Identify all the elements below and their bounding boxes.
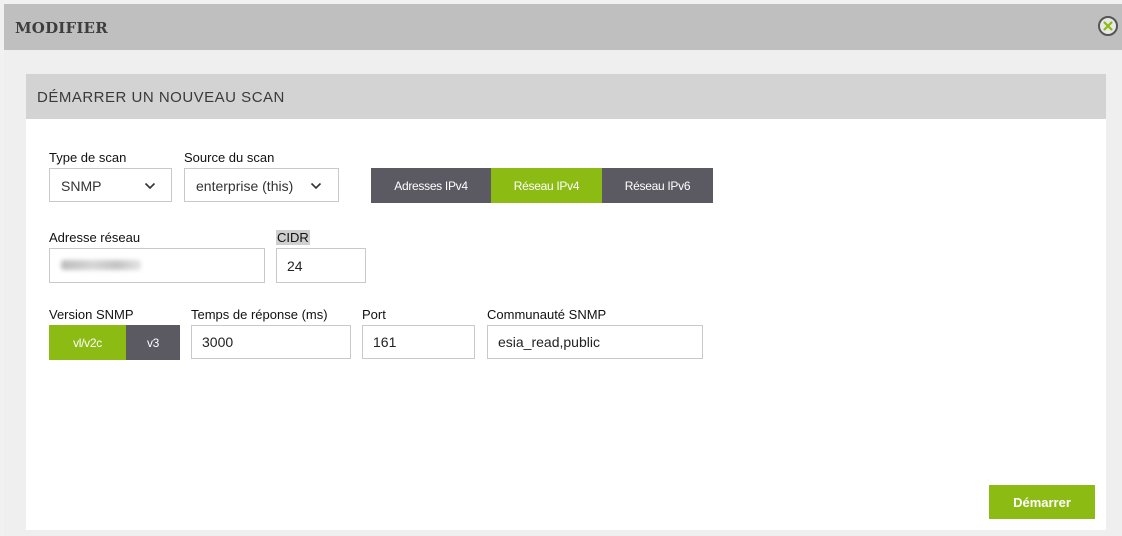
close-icon [1103, 21, 1113, 31]
scan-source-value: enterprise (this) [196, 178, 294, 194]
scan-type-select[interactable]: SNMP [49, 168, 172, 202]
port-input[interactable] [362, 325, 475, 359]
snmp-version-label: Version SNMP [49, 307, 134, 322]
modal-header: MODIFIER [4, 4, 1122, 50]
community-input[interactable] [487, 325, 703, 359]
chevron-down-icon [144, 182, 156, 190]
response-time-label: Temps de réponse (ms) [191, 307, 328, 322]
modal-title: MODIFIER [15, 19, 108, 37]
panel-header: DÉMARRER UN NOUVEAU SCAN [26, 74, 1106, 119]
network-address-label: Adresse réseau [49, 230, 141, 245]
start-button[interactable]: Démarrer [989, 485, 1095, 519]
segment-snmp-v3[interactable]: v3 [126, 325, 180, 360]
chevron-down-icon [310, 182, 322, 190]
scan-source-label: Source du scan [184, 150, 275, 165]
segment-snmp-v1-v2c[interactable]: vl/v2c [49, 325, 126, 360]
scan-type-value: SNMP [61, 178, 102, 194]
scan-source-select[interactable]: enterprise (this) [184, 168, 339, 202]
close-button[interactable] [1098, 16, 1118, 36]
segment-reseau-ipv6[interactable]: Réseau IPv6 [602, 168, 713, 203]
segment-reseau-ipv4[interactable]: Réseau IPv4 [491, 168, 602, 203]
cidr-input[interactable] [276, 248, 366, 283]
community-label: Communauté SNMP [487, 307, 607, 322]
redacted-address [61, 260, 141, 270]
port-label: Port [362, 307, 386, 322]
network-address-field[interactable] [49, 248, 265, 283]
scan-panel: DÉMARRER UN NOUVEAU SCAN [26, 74, 1106, 530]
segment-adresses-ipv4[interactable]: Adresses IPv4 [371, 168, 491, 203]
panel-title: DÉMARRER UN NOUVEAU SCAN [37, 89, 285, 106]
scan-type-label: Type de scan [49, 150, 127, 165]
cidr-label: CIDR [276, 230, 310, 245]
response-time-input[interactable] [191, 325, 351, 359]
